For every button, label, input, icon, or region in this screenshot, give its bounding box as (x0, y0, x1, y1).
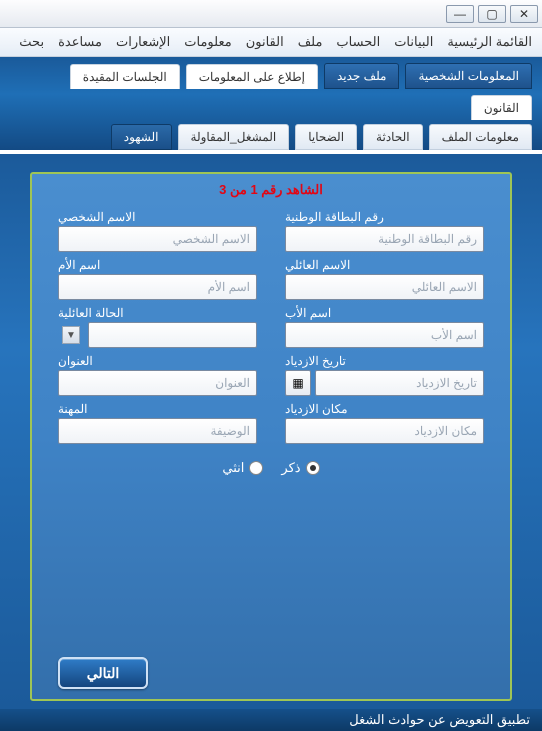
menu-law[interactable]: القانون (246, 34, 284, 50)
input-family-name[interactable] (285, 274, 484, 300)
select-marital-status[interactable] (88, 322, 257, 348)
menu-account[interactable]: الحساب (336, 34, 380, 50)
tab-employer[interactable]: المشغل_المقاولة (178, 124, 290, 150)
card-title: الشاهد رقم 1 من 3 (58, 182, 484, 198)
label-address: العنوان (58, 354, 257, 368)
radio-male[interactable]: ذكر (281, 460, 319, 476)
tab-witnesses[interactable]: الشهود (111, 124, 172, 150)
menu-home[interactable]: القائمة الرئيسية (447, 34, 532, 50)
field-address: العنوان (58, 354, 257, 396)
label-mother-name: اسم الأم (58, 258, 257, 272)
tabs-sub-row: معلومات الملف الحادثة الضحايا المشغل_الم… (10, 124, 532, 150)
tab-sessions[interactable]: الجلسات المقيدة (70, 64, 180, 89)
field-mother-name: اسم الأم (58, 258, 257, 300)
label-father-name: اسم الأب (285, 306, 484, 320)
calendar-icon[interactable]: ▦ (285, 370, 311, 396)
radio-dot-icon (306, 461, 320, 475)
window-titlebar: — ▢ ✕ (0, 0, 542, 28)
next-button[interactable]: التالي (58, 657, 148, 689)
tab-new-file[interactable]: ملف جديد (324, 63, 400, 89)
field-birth-place: مكان الازدياد (285, 402, 484, 444)
footer-bar: تطبيق التعويض عن حوادث الشغل (0, 709, 542, 731)
field-national-id: رقم البطاقة الوطنية (285, 210, 484, 252)
menubar: القائمة الرئيسية البيانات الحساب ملف الق… (0, 28, 542, 57)
radio-female[interactable]: انثي (222, 460, 263, 476)
tab-incident[interactable]: الحادثة (363, 124, 423, 150)
field-marital-status: الحالة العائلية ▼ (58, 306, 257, 348)
menu-info[interactable]: معلومات (184, 34, 231, 50)
field-personal-name: الاسم الشخصي (58, 210, 257, 252)
field-profession: المهنة (58, 402, 257, 444)
label-national-id: رقم البطاقة الوطنية (285, 210, 484, 224)
field-father-name: اسم الأب (285, 306, 484, 348)
input-national-id[interactable] (285, 226, 484, 252)
tabs-strip: المعلومات الشخصية ملف جديد إطلاع على الم… (0, 57, 542, 150)
menu-data[interactable]: البيانات (394, 34, 433, 50)
close-button[interactable]: ✕ (510, 5, 538, 23)
witness-form-card: الشاهد رقم 1 من 3 رقم البطاقة الوطنية ال… (30, 172, 512, 701)
radio-dot-icon (249, 461, 263, 475)
maximize-button[interactable]: ▢ (478, 5, 506, 23)
form-grid: رقم البطاقة الوطنية الاسم الشخصي الاسم ا… (58, 210, 484, 444)
input-personal-name[interactable] (58, 226, 257, 252)
menu-notifications[interactable]: الإشعارات (116, 34, 170, 50)
label-birth-place: مكان الازدياد (285, 402, 484, 416)
label-marital-status: الحالة العائلية (58, 306, 257, 320)
label-family-name: الاسم العائلي (285, 258, 484, 272)
label-personal-name: الاسم الشخصي (58, 210, 257, 224)
menu-search[interactable]: بحث (19, 34, 44, 50)
tab-file-info[interactable]: معلومات الملف (429, 124, 532, 150)
tab-victims[interactable]: الضحايا (295, 124, 357, 150)
input-profession[interactable] (58, 418, 257, 444)
input-birth-date[interactable] (315, 370, 484, 396)
chevron-down-icon[interactable]: ▼ (62, 326, 80, 344)
tab-view-info[interactable]: إطلاع على المعلومات (186, 64, 318, 89)
content-area: الشاهد رقم 1 من 3 رقم البطاقة الوطنية ال… (0, 154, 542, 709)
radio-male-label: ذكر (281, 460, 300, 476)
tabs-main-row: المعلومات الشخصية ملف جديد إطلاع على الم… (10, 63, 532, 120)
label-birth-date: تاريخ الازدياد (285, 354, 484, 368)
tab-personal-info[interactable]: المعلومات الشخصية (405, 63, 532, 89)
input-birth-place[interactable] (285, 418, 484, 444)
minimize-button[interactable]: — (446, 5, 474, 23)
tab-law[interactable]: القانون (471, 95, 532, 120)
input-mother-name[interactable] (58, 274, 257, 300)
field-birth-date: تاريخ الازدياد ▦ (285, 354, 484, 396)
gender-radio-group: ذكر انثي (58, 460, 484, 476)
input-father-name[interactable] (285, 322, 484, 348)
menu-file[interactable]: ملف (298, 34, 323, 50)
field-family-name: الاسم العائلي (285, 258, 484, 300)
menu-help[interactable]: مساعدة (58, 34, 102, 50)
radio-female-label: انثي (222, 460, 244, 476)
label-profession: المهنة (58, 402, 257, 416)
input-address[interactable] (58, 370, 257, 396)
